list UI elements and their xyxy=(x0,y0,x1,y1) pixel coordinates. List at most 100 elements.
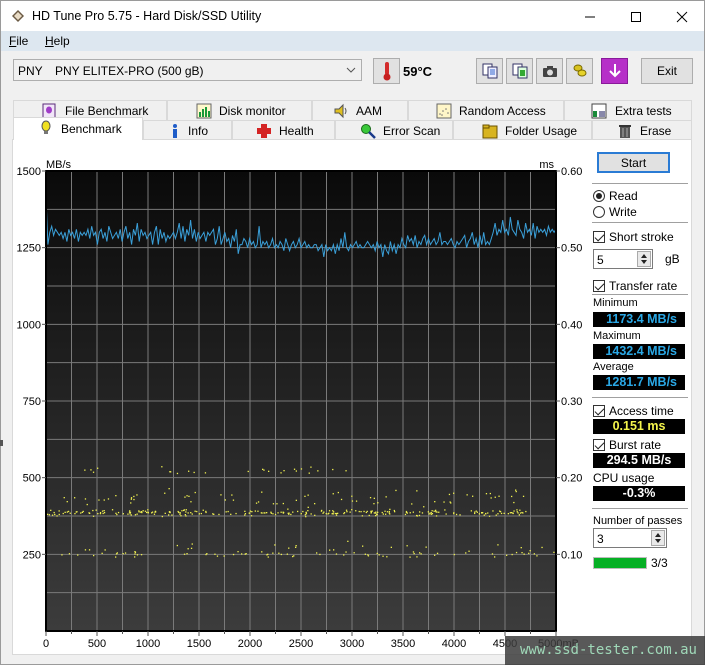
menu-help[interactable]: Help xyxy=(45,34,70,48)
access-time-point xyxy=(334,512,336,515)
access-time-point xyxy=(317,470,319,472)
access-time-checkbox[interactable]: Access time xyxy=(593,404,674,418)
spin-down-icon[interactable] xyxy=(655,539,661,543)
access-time-point xyxy=(280,553,282,556)
access-time-point xyxy=(92,509,94,512)
access-time-point xyxy=(297,510,299,513)
drive-select[interactable]: PNY PNY ELITEX-PRO (500 gB) xyxy=(13,59,362,81)
tab-random-access[interactable]: Random Access xyxy=(408,100,564,120)
download-icon xyxy=(608,64,621,78)
access-time-point xyxy=(62,512,64,515)
access-time-point xyxy=(495,514,497,516)
camera-icon xyxy=(542,66,557,77)
magnifier-icon xyxy=(361,124,376,139)
access-time-point xyxy=(465,552,467,554)
short-stroke-checkbox[interactable]: Short stroke xyxy=(593,230,674,244)
access-time-point xyxy=(430,513,432,515)
temperature-button[interactable] xyxy=(373,58,400,84)
download-button[interactable] xyxy=(601,58,628,84)
write-radio[interactable]: Write xyxy=(593,205,637,219)
access-time-point xyxy=(453,512,455,514)
radio-write-indicator[interactable] xyxy=(593,206,605,218)
access-time-point xyxy=(147,511,149,513)
coins-button[interactable] xyxy=(566,58,593,84)
tab-label: Folder Usage xyxy=(505,124,578,138)
short-stroke-check[interactable] xyxy=(593,231,605,243)
access-time-point xyxy=(133,498,135,501)
access-time-point xyxy=(136,494,138,496)
access-time-point xyxy=(280,511,282,513)
access-time-point xyxy=(521,552,523,554)
access-time-point xyxy=(74,513,76,515)
tab-benchmark[interactable]: Benchmark xyxy=(13,117,143,140)
access-time-point xyxy=(144,510,147,512)
minimize-button[interactable] xyxy=(567,1,613,32)
access-time-point xyxy=(509,512,511,514)
short-stroke-size-input[interactable]: 5 xyxy=(593,249,653,269)
close-icon xyxy=(676,11,688,22)
access-time-point xyxy=(204,472,207,474)
x-tick-label: 1500 xyxy=(187,638,211,650)
tab-erase[interactable]: Erase xyxy=(592,120,692,140)
copy-text-icon xyxy=(482,63,497,79)
spin-up-icon[interactable] xyxy=(655,533,661,537)
short-stroke-spinner[interactable] xyxy=(637,251,651,267)
trash-icon xyxy=(619,125,631,138)
access-time-point xyxy=(198,513,200,515)
tab-info[interactable]: Info xyxy=(143,120,232,140)
access-time-point xyxy=(261,491,263,493)
access-time-point xyxy=(474,512,476,515)
access-time-point xyxy=(381,511,383,514)
access-time-point xyxy=(185,515,187,517)
passes-spinner[interactable] xyxy=(651,530,665,546)
access-time-point xyxy=(124,552,127,554)
access-time-point xyxy=(503,512,505,514)
access-time-point xyxy=(142,510,144,512)
tab-disk-monitor[interactable]: Disk monitor xyxy=(167,100,312,120)
tab-label: Health xyxy=(279,124,314,138)
copy-screenshot-button[interactable] xyxy=(506,58,533,84)
exit-button[interactable]: Exit xyxy=(641,58,693,84)
access-time-check[interactable] xyxy=(593,405,605,417)
tab-folder-usage[interactable]: Folder Usage xyxy=(453,120,592,140)
access-time-point xyxy=(433,510,435,512)
tab-aam[interactable]: AAM xyxy=(312,100,408,120)
access-time-point xyxy=(511,553,513,556)
copy-text-button[interactable] xyxy=(476,58,503,84)
passes-input[interactable]: 3 xyxy=(593,528,667,548)
access-time-point xyxy=(133,495,135,498)
screenshot-button[interactable] xyxy=(536,58,563,84)
transfer-rate-check[interactable] xyxy=(593,280,605,292)
burst-rate-label: Burst rate xyxy=(609,438,662,452)
title-bar: HD Tune Pro 5.75 - Hard Disk/SSD Utility xyxy=(0,0,705,31)
radio-read-indicator[interactable] xyxy=(593,190,605,202)
access-time-point xyxy=(95,509,97,511)
read-radio[interactable]: Read xyxy=(593,189,638,203)
spin-down-icon[interactable] xyxy=(641,260,647,264)
access-time-point xyxy=(257,501,260,503)
access-time-point xyxy=(349,511,351,513)
menu-file[interactable]: File xyxy=(9,34,28,48)
access-time-point xyxy=(250,515,253,517)
burst-rate-checkbox[interactable]: Burst rate xyxy=(593,438,661,452)
tab-health[interactable]: Health xyxy=(232,120,335,140)
access-time-point xyxy=(386,556,388,558)
access-time-point xyxy=(171,514,173,516)
access-time-point xyxy=(232,499,235,501)
transfer-rate-checkbox[interactable]: Transfer rate xyxy=(593,279,677,293)
start-button[interactable]: Start xyxy=(597,152,670,173)
tab-error-scan[interactable]: Error Scan xyxy=(335,120,453,140)
folder-icon xyxy=(482,124,498,139)
access-time-point xyxy=(302,510,304,513)
spin-up-icon[interactable] xyxy=(641,254,647,258)
access-time-point xyxy=(443,501,445,503)
watermark: www.ssd-tester.com.au xyxy=(505,636,705,665)
burst-rate-check[interactable] xyxy=(593,439,605,451)
maximize-button[interactable] xyxy=(613,1,659,32)
close-button[interactable] xyxy=(659,1,705,32)
access-time-point xyxy=(168,488,170,490)
average-label: Average xyxy=(593,361,634,373)
access-time-point xyxy=(122,513,124,515)
tab-extra-tests[interactable]: Extra tests xyxy=(564,100,692,120)
access-time-point xyxy=(520,547,522,549)
